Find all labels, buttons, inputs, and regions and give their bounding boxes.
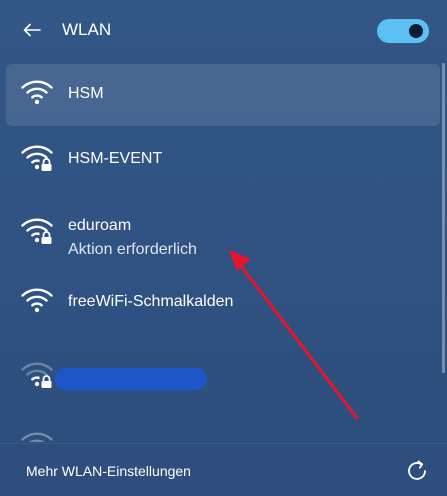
page-title: WLAN — [62, 20, 112, 39]
network-item-partial[interactable] — [6, 418, 440, 442]
network-item-hsm-event[interactable]: HSM-EVENT — [6, 129, 440, 191]
network-item-eduroam[interactable]: eduroam Aktion erforderlich — [6, 202, 440, 276]
network-item-freewifi-schmalkalden[interactable]: freeWiFi-Schmalkalden — [6, 272, 440, 334]
wifi-secured-icon — [21, 218, 54, 244]
wifi-icon — [21, 80, 53, 105]
redacted-network-name — [55, 368, 207, 390]
more-wlan-settings-link[interactable]: Mehr WLAN-Einstellungen — [26, 463, 191, 479]
wifi-icon — [21, 432, 53, 442]
refresh-icon[interactable] — [404, 458, 430, 484]
network-list: HSM HSM-EVENT eduroam Aktion erforderlic… — [0, 62, 447, 442]
wifi-secured-icon — [21, 145, 54, 171]
wifi-weak-secured-icon — [21, 362, 54, 388]
back-button[interactable] — [18, 17, 46, 43]
wlan-flyout: WLAN HSM HSM-EVENT eduroam Aktion erford… — [0, 0, 447, 496]
arrow-left-icon — [23, 23, 41, 37]
wifi-icon — [21, 288, 53, 313]
network-name: HSM-EVENT — [68, 150, 163, 167]
toggle-knob — [409, 24, 423, 38]
scrollbar[interactable] — [442, 63, 445, 373]
wlan-header: WLAN — [0, 0, 447, 60]
network-name: eduroam — [68, 217, 132, 234]
network-item-hsm[interactable]: HSM — [6, 64, 440, 126]
wlan-toggle[interactable] — [377, 19, 429, 43]
network-status: Aktion erforderlich — [68, 241, 197, 258]
footer: Mehr WLAN-Einstellungen — [0, 443, 447, 496]
network-name: freeWiFi-Schmalkalden — [68, 293, 234, 310]
network-name: HSM — [68, 85, 104, 102]
